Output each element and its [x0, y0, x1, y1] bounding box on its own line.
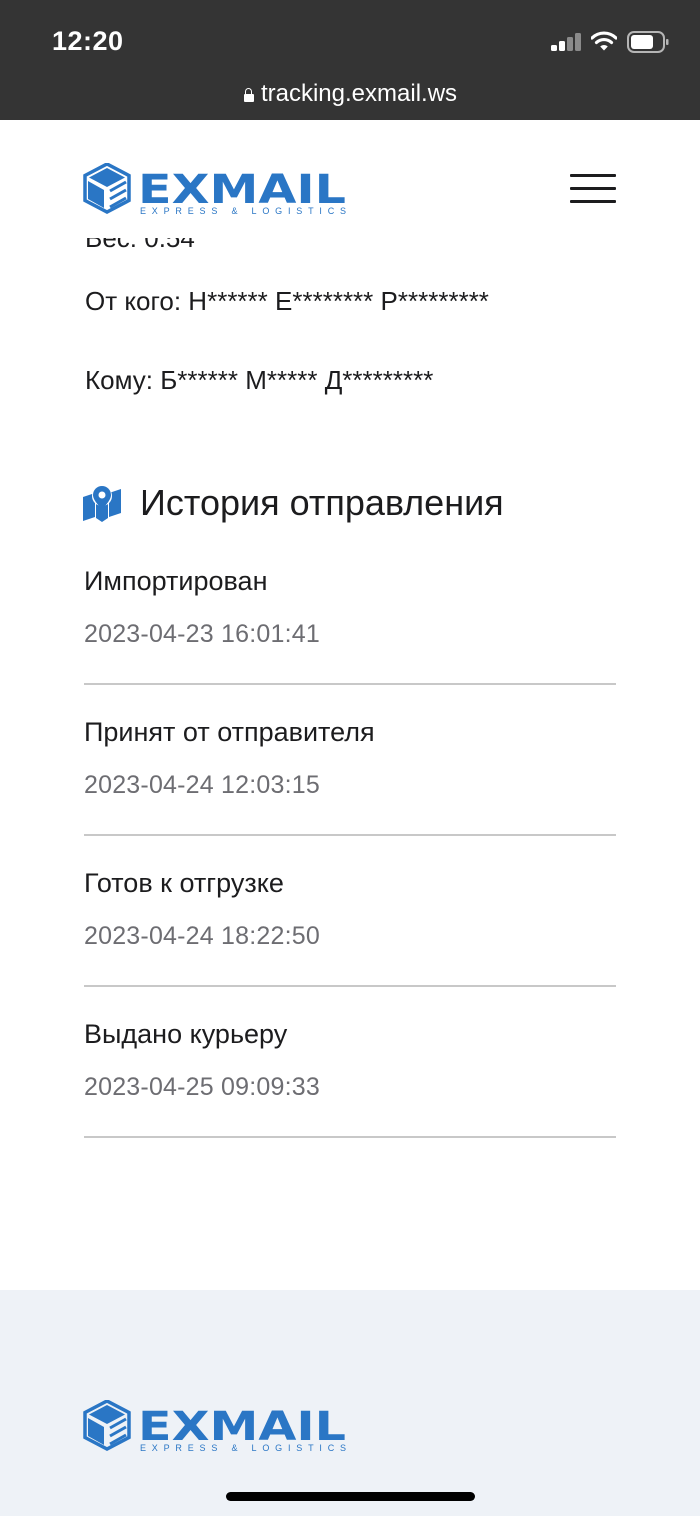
history-item: Импортирован 2023-04-23 16:01:41 [84, 534, 616, 685]
lock-icon [243, 88, 255, 102]
home-indicator[interactable] [226, 1492, 475, 1501]
footer-exmail-logo[interactable]: EXMAIL EXPRESS & LOGISTICS [82, 1400, 348, 1452]
wifi-icon [591, 31, 617, 51]
status-bar: 12:20 tracking.exmail.ws [0, 0, 700, 120]
history-title: История отправления [140, 482, 504, 523]
weight-line-clipped: Вес: 0.54 [85, 238, 195, 253]
map-pin-icon [83, 486, 121, 522]
url-text: tracking.exmail.ws [260, 80, 458, 107]
history-item: Принят от отправителя 2023-04-24 12:03:1… [84, 685, 616, 836]
menu-icon[interactable] [570, 174, 616, 204]
battery-icon [627, 31, 669, 53]
event-status: Принят от отправителя [84, 717, 375, 747]
history-item: Готов к отгрузке 2023-04-24 18:22:50 [84, 836, 616, 987]
event-status: Готов к отгрузке [84, 868, 284, 898]
event-status: Выдано курьеру [84, 1019, 288, 1049]
event-datetime: 2023-04-24 18:22:50 [84, 922, 320, 950]
recipient-line: Кому: Б****** М***** Д********* [85, 365, 434, 395]
sender-line: От кого: Н****** Е******** Р********* [85, 286, 489, 316]
status-time: 12:20 [52, 26, 124, 56]
history-item: Выдано курьеру 2023-04-25 09:09:33 [84, 987, 616, 1138]
event-status: Импортирован [84, 566, 268, 596]
cellular-signal-icon [551, 33, 583, 51]
history-list: Импортирован 2023-04-23 16:01:41 Принят … [84, 534, 616, 1138]
event-datetime: 2023-04-25 09:09:33 [84, 1073, 320, 1101]
event-datetime: 2023-04-24 12:03:15 [84, 771, 320, 799]
event-datetime: 2023-04-23 16:01:41 [84, 620, 320, 648]
exmail-logo[interactable]: EXMAIL EXPRESS & LOGISTICS [82, 163, 348, 215]
address-bar[interactable]: tracking.exmail.ws [0, 80, 700, 112]
